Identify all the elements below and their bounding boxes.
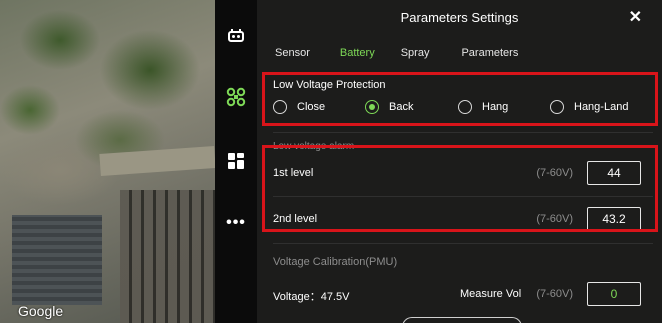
tab-battery[interactable]: Battery <box>340 47 375 59</box>
low-voltage-alarm-label: Low voltage alarm <box>273 141 355 152</box>
low-voltage-protection-label: Low Voltage Protection <box>273 79 386 91</box>
radio-label: Close <box>297 101 326 113</box>
drone-icon[interactable] <box>225 86 247 108</box>
radio-hang[interactable]: Hang <box>458 100 508 114</box>
radio-circle-icon <box>458 100 472 114</box>
tab-sensor[interactable]: Sensor <box>275 47 310 59</box>
alarm-level-1-input[interactable]: 44 <box>587 161 641 185</box>
field-label: 2nd level <box>273 213 318 225</box>
drone-controller-icon[interactable] <box>225 25 247 47</box>
close-icon[interactable]: ✕ <box>629 7 642 27</box>
measure-vol-label: Measure Vol <box>460 288 522 300</box>
radio-selected-icon <box>365 100 379 114</box>
google-watermark: Google <box>18 303 64 319</box>
radio-circle-icon <box>550 100 564 114</box>
tab-bar: Sensor Battery Spray Parameters <box>275 47 548 59</box>
field-label: 1st level <box>273 167 314 179</box>
map-roof <box>12 215 102 305</box>
field-range: (7-60V) <box>536 213 573 225</box>
divider <box>273 196 653 197</box>
tab-spray[interactable]: Spray <box>401 47 430 59</box>
field-range: (7-60V) <box>536 288 573 300</box>
calibration-row: Voltage：47.5V Measure Vol (7-60V) 0 <box>273 282 653 308</box>
field-range: (7-60V) <box>536 167 573 179</box>
divider <box>273 132 653 133</box>
grid-icon[interactable] <box>225 150 247 172</box>
radio-label: Hang-Land <box>574 101 629 113</box>
map-road <box>99 146 215 176</box>
settings-panel: Parameters Settings ✕ Sensor Battery Spr… <box>257 0 662 323</box>
panel-title: Parameters Settings <box>400 10 519 25</box>
measure-vol-input[interactable]: 0 <box>587 282 641 306</box>
more-icon[interactable]: ••• <box>225 212 247 234</box>
map-buildings <box>120 190 215 323</box>
map-view[interactable]: Google <box>0 0 215 323</box>
radio-label: Back <box>389 101 414 113</box>
radio-back[interactable]: Back <box>365 100 413 114</box>
radio-circle-icon <box>273 100 287 114</box>
radio-hang-land[interactable]: Hang-Land <box>550 100 628 114</box>
radio-label: Hang <box>482 101 509 113</box>
divider <box>273 243 653 244</box>
alarm-level-1-row: 1st level (7-60V) 44 <box>273 161 653 187</box>
tab-parameters[interactable]: Parameters <box>461 47 518 59</box>
confirm-button[interactable] <box>402 317 522 323</box>
side-rail: ••• <box>215 0 257 323</box>
radio-close[interactable]: Close <box>273 100 325 114</box>
calibration-label: Voltage Calibration(PMU) <box>273 256 398 268</box>
alarm-level-2-row: 2nd level (7-60V) 43.2 <box>273 207 653 233</box>
alarm-level-2-input[interactable]: 43.2 <box>587 207 641 231</box>
voltage-readout: Voltage：47.5V <box>273 291 350 303</box>
